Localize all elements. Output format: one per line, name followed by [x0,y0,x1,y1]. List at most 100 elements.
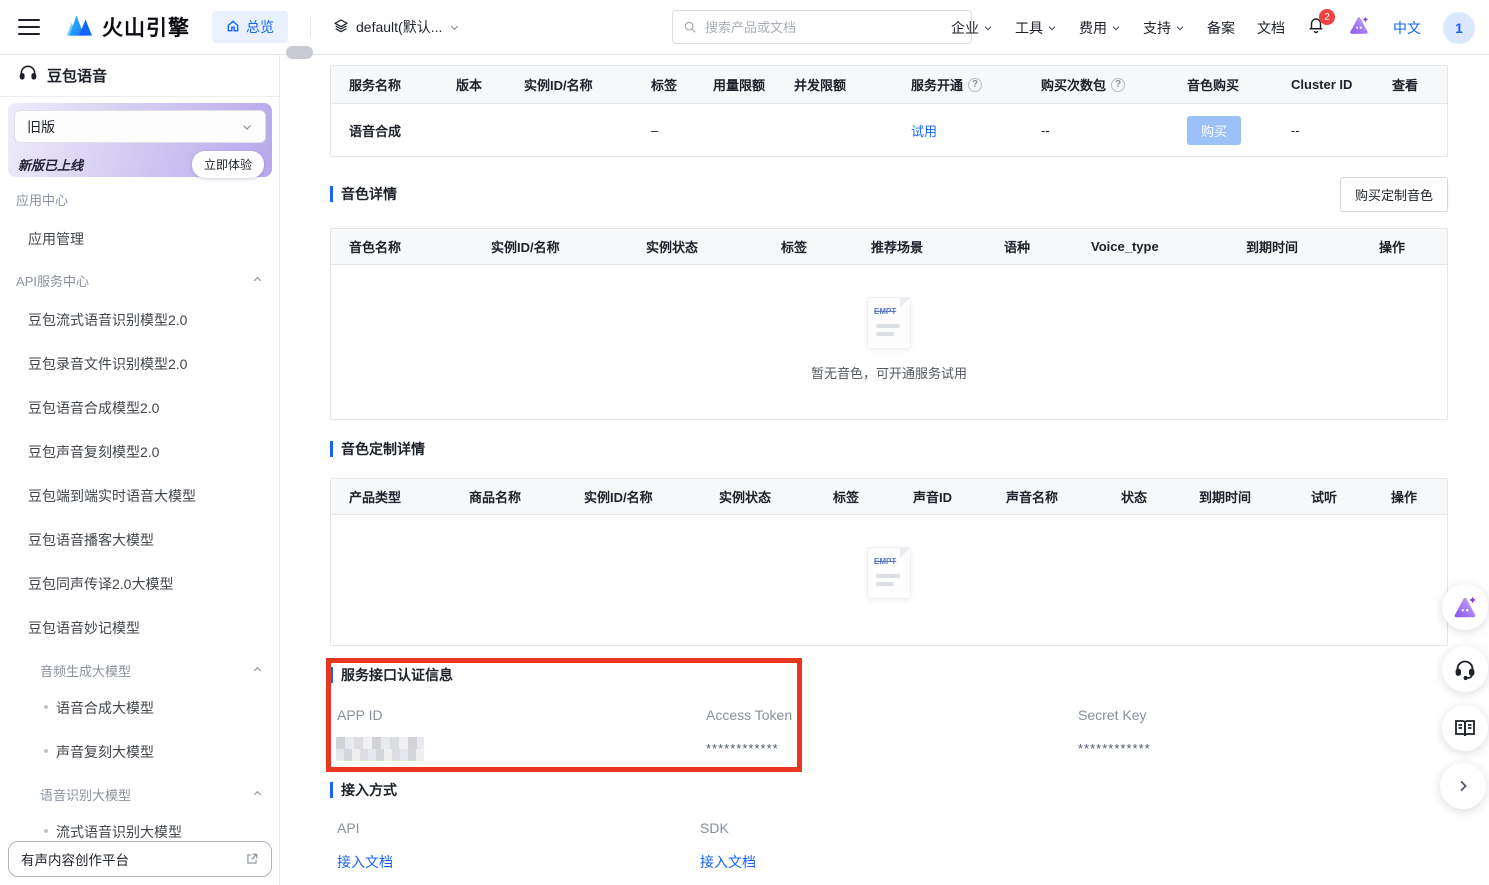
sidebar-item-tts-large[interactable]: 语音合成大模型 [56,698,154,718]
sidebar-item-api-2[interactable]: 豆包语音合成模型2.0 [28,398,159,418]
overview-label: 总览 [246,17,274,37]
group-app-center: 应用中心 [16,190,68,209]
column-header: 并发限额 [776,75,893,94]
ai-assistant-icon[interactable] [1347,14,1371,41]
documentation-float-button[interactable] [1442,705,1488,751]
collapse-chevron-icon[interactable] [252,274,263,285]
column-header: 状态 [1103,487,1181,506]
help-icon[interactable]: ? [968,78,982,92]
sidebar-item-api-1[interactable]: 豆包录音文件识别模型2.0 [28,354,187,374]
sdk-doc-link[interactable]: 接入文档 [700,852,756,872]
banner-text: 新版已上线 [18,155,83,174]
buy-button[interactable]: 购买 [1187,116,1241,145]
column-header: 试听 [1293,487,1373,506]
chevron-down-icon [1047,23,1057,33]
nav-docs[interactable]: 文档 [1257,18,1285,38]
brand-logo[interactable]: 火山引擎 [64,12,190,43]
header-divider [310,17,311,37]
auth-section: 服务接口认证信息 APP ID Access Token ***********… [330,667,1448,777]
help-icon[interactable]: ? [1111,78,1125,92]
sidebar-item-streaming-asr-large[interactable]: 流式语音识别大模型 [56,822,182,842]
voice-custom-table: 产品类型 商品名称 实例ID/名称 实例状态 标签 声音ID 声音名称 状态 到… [330,478,1448,646]
voice-custom-section-header: 音色定制详情 [330,441,1448,457]
column-header: 购买次数包? [1023,75,1169,94]
access-section: 接入方式 API 接入文档 SDK 接入文档 [330,782,1448,882]
layers-icon [333,18,349,37]
column-header: Cluster ID [1273,77,1374,92]
ai-assistant-float-button[interactable] [1442,584,1488,630]
bullet-dot [44,705,48,709]
column-header: 声音名称 [988,487,1103,506]
header-right-nav: 企业 工具 费用 支持 备案 文档 2 中文 1 [951,0,1475,55]
column-header: 产品类型 [331,487,451,506]
sidebar-item-api-3[interactable]: 豆包声音复刻模型2.0 [28,442,159,462]
collapse-chevron-icon[interactable] [252,788,263,799]
nav-beian[interactable]: 备案 [1207,18,1235,38]
search-icon [683,20,697,34]
hamburger-menu-icon[interactable] [18,19,40,35]
voice-detail-section-header: 音色详情 购买定制音色 [330,178,1448,210]
sdk-label: SDK [700,820,729,836]
column-header: 查看 [1374,75,1447,94]
version-selector[interactable]: 旧版 [14,110,266,143]
sidebar: 豆包语音 旧版 新版已上线 立即体验 应用中心 应用管理 API服务中心 豆包流… [0,55,280,885]
search-box [672,10,972,44]
sidebar-item-api-4[interactable]: 豆包端到端实时语音大模型 [28,486,196,506]
bullet-dot [44,829,48,833]
language-switch[interactable]: 中文 [1393,18,1421,38]
user-avatar[interactable]: 1 [1443,12,1475,44]
nav-tools[interactable]: 工具 [1015,18,1057,38]
service-name-cell: 语音合成 [331,121,438,140]
secret-key-label: Secret Key [1078,707,1146,723]
nav-support[interactable]: 支持 [1143,18,1185,38]
access-token-label: Access Token [706,707,792,723]
group-audio-gen: 音频生成大模型 [40,661,131,680]
collapse-chevron-icon[interactable] [252,664,263,675]
sidebar-item-voice-clone-large[interactable]: 声音复刻大模型 [56,742,154,762]
collapse-panel-button[interactable] [1440,763,1486,809]
section-title: 服务接口认证信息 [330,667,1448,683]
product-title: 豆包语音 [47,65,107,86]
tag-cell: – [633,123,695,138]
overview-button[interactable]: 总览 [212,11,288,43]
empty-document-icon: EMPT [867,547,911,599]
sidebar-item-api-5[interactable]: 豆包语音播客大模型 [28,530,154,550]
scrollbar-thumb[interactable] [286,46,313,59]
sidebar-item-api-0[interactable]: 豆包流式语音识别模型2.0 [28,310,187,330]
voice-table-header: 音色名称 实例ID/名称 实例状态 标签 推荐场景 语种 Voice_type … [331,229,1447,265]
bullet-dot [44,749,48,753]
column-header: 实例状态 [628,237,763,256]
try-now-button[interactable]: 立即体验 [192,151,264,178]
nav-enterprise[interactable]: 企业 [951,18,993,38]
sidebar-item-api-6[interactable]: 豆包同声传译2.0大模型 [28,574,173,594]
column-header: 标签 [815,487,895,506]
column-header: 实例ID/名称 [506,75,633,94]
workspace-switcher[interactable]: default(默认... [333,17,460,37]
chevron-down-icon [983,23,993,33]
customer-support-float-button[interactable] [1442,646,1488,692]
chevron-down-icon [241,121,253,133]
buy-custom-voice-button[interactable]: 购买定制音色 [1340,177,1448,212]
cluster-id-cell: -- [1273,123,1374,138]
api-doc-link[interactable]: 接入文档 [337,852,393,872]
trial-link[interactable]: 试用 [893,121,1023,140]
column-header: 到期时间 [1181,487,1293,506]
column-header: 服务名称 [331,75,438,94]
workspace-name: default(默认... [356,17,442,37]
package-cell: -- [1023,123,1169,138]
book-icon [1453,716,1477,740]
voice-detail-table: 音色名称 实例ID/名称 实例状态 标签 推荐场景 语种 Voice_type … [330,228,1448,420]
chevron-down-icon [1175,23,1185,33]
search-input[interactable] [705,20,945,35]
group-api-center: API服务中心 [16,271,89,290]
column-header: 版本 [438,75,506,94]
sidebar-item-app-manage[interactable]: 应用管理 [28,229,84,249]
sidebar-item-api-7[interactable]: 豆包语音妙记模型 [28,618,140,638]
top-header: 火山引擎 总览 default(默认... 企业 工具 费用 支持 备案 文档 [0,0,1489,55]
home-icon [226,19,240,36]
nav-billing[interactable]: 费用 [1079,18,1121,38]
notification-bell-icon[interactable]: 2 [1307,16,1325,39]
audio-creation-platform-link[interactable]: 有声内容创作平台 [8,841,272,877]
headset-icon [18,63,38,88]
external-link-icon [245,852,259,866]
